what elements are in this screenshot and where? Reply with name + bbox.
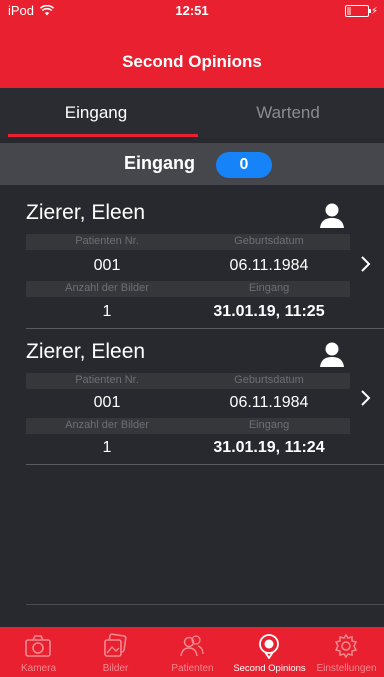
settings-icon: [334, 633, 358, 659]
image-count-value: 1: [102, 439, 112, 456]
tabbar-label: Second Opinions: [233, 663, 306, 674]
status-time: 12:51: [175, 3, 209, 18]
segment-tabs: Eingang Wartend: [0, 88, 384, 138]
tabbar-item-kamera[interactable]: Kamera: [0, 627, 77, 677]
tabbar-label: Einstellungen: [316, 663, 377, 674]
label-row: Anzahl der Bilder Eingang: [26, 418, 350, 434]
received-label: Eingang: [248, 282, 290, 294]
header: iPod 12:51 ⚡ Second Opinions: [0, 0, 384, 88]
received-label: Eingang: [248, 419, 290, 431]
tabbar-item-second-opinions[interactable]: Second Opinions: [231, 627, 308, 677]
camera-icon: [25, 635, 51, 657]
patient-name: Zierer, Eleen: [26, 340, 146, 363]
page-title: Second Opinions: [122, 52, 262, 71]
birthdate-value: 06.11.1984: [229, 257, 309, 274]
tab-eingang[interactable]: Eingang: [0, 88, 192, 138]
status-bar: iPod 12:51 ⚡: [0, 0, 384, 22]
battery-indicator: ⚡: [344, 5, 378, 17]
patient-nr-label: Patienten Nr.: [75, 235, 139, 247]
birthdate-label: Geburtsdatum: [234, 374, 304, 386]
tabbar-item-bilder[interactable]: Bilder: [77, 627, 154, 677]
label-row: Patienten Nr. Geburtsdatum: [26, 373, 350, 389]
tabbar-label: Kamera: [20, 663, 56, 674]
list-end-divider: [26, 604, 384, 605]
battery-icon: [344, 5, 371, 17]
tabbar-item-einstellungen[interactable]: Einstellungen: [308, 627, 384, 677]
second-opinion-icon: [259, 634, 279, 659]
charging-bolt-icon: ⚡: [370, 5, 378, 17]
patient-nr-value: 001: [93, 394, 121, 411]
patient-nr-label: Patienten Nr.: [75, 374, 139, 386]
label-row: Anzahl der Bilder Eingang: [26, 281, 350, 297]
birthdate-label: Geburtsdatum: [234, 235, 304, 247]
tabbar-label: Bilder: [102, 663, 129, 674]
patient-row[interactable]: Zierer, Eleen Patienten Nr. Geburtsdatum…: [0, 201, 384, 333]
tabbar-item-patienten[interactable]: Patienten: [154, 627, 231, 677]
patient-nr-value: 001: [93, 257, 121, 274]
patients-icon: [180, 635, 204, 657]
section-header: Eingang 0: [0, 143, 384, 185]
images-icon: [104, 633, 127, 657]
received-value: 31.01.19, 11:24: [213, 439, 325, 456]
person-icon: [320, 203, 344, 228]
chevron-right-icon[interactable]: [360, 389, 372, 407]
battery-fill: [346, 7, 351, 15]
patient-name: Zierer, Eleen: [26, 201, 146, 224]
count-badge: 0: [216, 152, 272, 178]
image-count-label: Anzahl der Bilder: [65, 282, 149, 294]
row-divider: [26, 328, 384, 329]
label-row: Patienten Nr. Geburtsdatum: [26, 234, 350, 250]
image-count-value: 1: [102, 303, 112, 320]
tab-wartend[interactable]: Wartend: [192, 88, 384, 138]
received-value: 31.01.19, 11:25: [213, 303, 325, 320]
birthdate-value: 06.11.1984: [229, 394, 309, 411]
tab-selection-indicator: [8, 134, 198, 137]
chevron-right-icon[interactable]: [360, 255, 372, 273]
person-icon: [320, 342, 344, 367]
tabbar-label: Patienten: [171, 663, 214, 674]
image-count-label: Anzahl der Bilder: [65, 419, 149, 431]
section-title: Eingang: [124, 153, 195, 173]
patient-row[interactable]: Zierer, Eleen Patienten Nr. Geburtsdatum…: [0, 340, 384, 472]
tab-bar: Kamera Bilder Patienten Second Opinions: [0, 627, 384, 677]
row-divider: [26, 464, 384, 465]
